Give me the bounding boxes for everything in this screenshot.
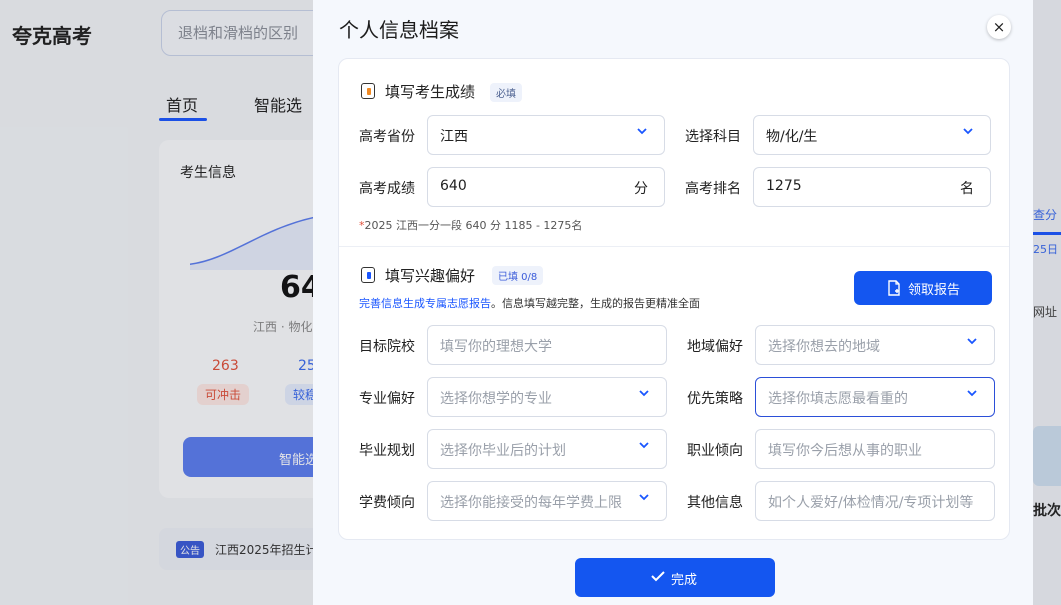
chevron-down-icon: [639, 390, 649, 397]
province-value: 江西: [440, 129, 468, 145]
score-input[interactable]: 640 分: [427, 167, 665, 207]
subject-value: 物/化/生: [766, 129, 818, 145]
tuition-label: 学费倾向: [359, 495, 415, 511]
chevron-down-icon: [963, 128, 973, 135]
other-info-input[interactable]: 如个人爱好/体检情况/专项计划等: [755, 481, 995, 521]
region-label: 地域偏好: [687, 339, 743, 355]
target-school-input[interactable]: 填写你的理想大学: [427, 325, 667, 365]
hint-text: 。信息填写越完整，生成的报告更精准全面: [491, 297, 700, 310]
score-rank-note: *2025 江西一分一段 640 分 1185 - 1275名: [359, 217, 582, 233]
region-select[interactable]: 选择你想去的地域: [755, 325, 995, 365]
province-label: 高考省份: [359, 129, 415, 145]
modal-title: 个人信息档案: [339, 18, 459, 42]
profile-modal: 个人信息档案 × 填写考生成绩 必填 高考省份 江西 选择科目 物/化/生 高考…: [313, 0, 1033, 605]
report-icon: [888, 280, 900, 296]
chevron-down-icon: [639, 442, 649, 449]
score-unit: 分: [634, 181, 648, 197]
form-panel: 填写考生成绩 必填 高考省份 江西 选择科目 物/化/生 高考成绩 640 分 …: [338, 58, 1010, 540]
done-label: 完成: [671, 573, 698, 588]
score-label: 高考成绩: [359, 181, 415, 197]
target-school-placeholder: 填写你的理想大学: [440, 339, 552, 355]
target-school-label: 目标院校: [359, 339, 415, 355]
preference-hint: 完善信息生成专属志愿报告。信息填写越完整，生成的报告更精准全面: [359, 295, 700, 311]
region-placeholder: 选择你想去的地域: [768, 339, 880, 355]
chevron-down-icon: [967, 390, 977, 397]
rank-input[interactable]: 1275 名: [753, 167, 991, 207]
rank-value: 1275: [766, 178, 802, 194]
tuition-placeholder: 选择你能接受的每年学费上限: [440, 495, 622, 511]
section-title-score: 填写考生成绩: [385, 83, 476, 101]
done-button[interactable]: 完成: [575, 558, 775, 597]
subject-label: 选择科目: [685, 129, 741, 145]
preference-section-icon: [361, 267, 375, 283]
check-icon: [651, 571, 665, 582]
other-info-label: 其他信息: [687, 495, 743, 511]
strategy-select[interactable]: 选择你填志愿最看重的: [755, 377, 995, 417]
score-section-icon: [361, 83, 375, 99]
strategy-placeholder: 选择你填志愿最看重的: [768, 391, 908, 407]
major-label: 专业偏好: [359, 391, 415, 407]
score-value: 640: [440, 178, 467, 194]
get-report-button[interactable]: 领取报告: [854, 271, 992, 305]
required-tag: 必填: [490, 83, 522, 102]
province-select[interactable]: 江西: [427, 115, 665, 155]
graduation-plan-label: 毕业规划: [359, 443, 415, 459]
chevron-down-icon: [637, 128, 647, 135]
other-info-placeholder: 如个人爱好/体检情况/专项计划等: [768, 495, 974, 511]
subject-select[interactable]: 物/化/生: [753, 115, 991, 155]
note-text: 2025 江西一分一段 640 分 1185 - 1275名: [364, 219, 583, 232]
career-label: 职业倾向: [687, 443, 743, 459]
graduation-plan-placeholder: 选择你毕业后的计划: [440, 443, 566, 459]
graduation-plan-select[interactable]: 选择你毕业后的计划: [427, 429, 667, 469]
major-select[interactable]: 选择你想学的专业: [427, 377, 667, 417]
rank-unit: 名: [960, 181, 974, 197]
close-icon[interactable]: ×: [987, 15, 1011, 39]
section-title-preferences: 填写兴趣偏好: [385, 267, 476, 285]
chevron-down-icon: [967, 338, 977, 345]
career-input[interactable]: 填写你今后想从事的职业: [755, 429, 995, 469]
strategy-label: 优先策略: [687, 391, 743, 407]
hint-link[interactable]: 完善信息生成专属志愿报告: [359, 297, 491, 310]
major-placeholder: 选择你想学的专业: [440, 391, 552, 407]
get-report-label: 领取报告: [908, 283, 961, 298]
section-divider: [339, 246, 1009, 247]
chevron-down-icon: [638, 490, 650, 504]
filled-count-tag: 已填 0/8: [492, 266, 544, 285]
tuition-select[interactable]: 选择你能接受的每年学费上限: [427, 481, 667, 521]
career-placeholder: 填写你今后想从事的职业: [768, 443, 922, 459]
rank-label: 高考排名: [685, 181, 741, 197]
